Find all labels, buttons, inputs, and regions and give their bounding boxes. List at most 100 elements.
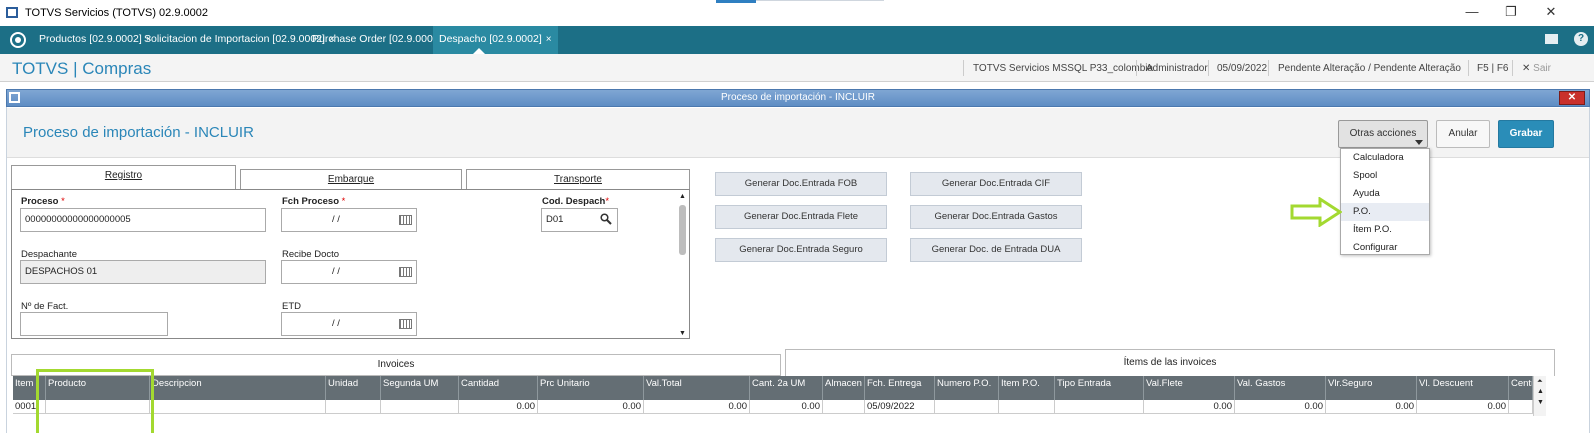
- scrollbar-thumb[interactable]: [679, 205, 686, 255]
- tab-invoice-items[interactable]: Ítems de las invoices: [785, 349, 1555, 376]
- menu-item-calculadora[interactable]: Calculadora: [1341, 149, 1429, 167]
- mail-icon[interactable]: [1545, 34, 1558, 44]
- cell-val-gastos[interactable]: 0.00: [1235, 400, 1326, 414]
- items-grid-header: Item Producto Descripcion Unidad Segunda…: [13, 376, 1533, 400]
- proceso-input[interactable]: 00000000000000000005: [20, 208, 266, 232]
- column-header-prc-unitario[interactable]: Prc Unitario: [538, 376, 644, 400]
- column-header-tipo-entrada[interactable]: Tipo Entrada: [1055, 376, 1144, 400]
- tab-despacho[interactable]: Despacho [02.9.0002] ×: [433, 26, 558, 54]
- scroll-down-icon[interactable]: ▼: [679, 330, 686, 337]
- search-icon[interactable]: [600, 213, 612, 225]
- column-header-descripcion[interactable]: Descripcion: [150, 376, 326, 400]
- other-actions-button[interactable]: Otras acciones: [1338, 120, 1428, 148]
- menu-item-configurar[interactable]: Configurar: [1341, 239, 1429, 257]
- exit-link[interactable]: ✕ Sair: [1522, 63, 1551, 74]
- grid-scrollbar[interactable]: ⏶ ▲ ▼: [1533, 376, 1546, 416]
- cancel-button[interactable]: Anular: [1436, 120, 1490, 148]
- form-scrollbar[interactable]: ▲ ▼: [678, 193, 688, 337]
- tab-registro-label: Registro: [104, 170, 143, 181]
- cell-tipo-entrada[interactable]: [1055, 400, 1144, 414]
- exit-label: Sair: [1533, 63, 1551, 74]
- close-window-button[interactable]: ✕: [1541, 4, 1561, 22]
- gen-doc-dua-button[interactable]: Generar Doc. de Entrada DUA: [910, 238, 1082, 262]
- column-header-numero-po[interactable]: Numero P.O.: [935, 376, 999, 400]
- menu-item-ayuda[interactable]: Ayuda: [1341, 185, 1429, 203]
- column-header-vlr-seguro[interactable]: Vlr.Seguro: [1326, 376, 1417, 400]
- cell-numero-po[interactable]: [935, 400, 999, 414]
- window-titlebar: TOTVS Servicios (TOTVS) 02.9.0002 — ❐ ✕: [0, 0, 1594, 26]
- restore-button[interactable]: ❐: [1501, 4, 1521, 22]
- calendar-icon[interactable]: [399, 319, 412, 329]
- column-header-val-flete[interactable]: Val.Flete: [1144, 376, 1235, 400]
- cell-val-flete[interactable]: 0.00: [1144, 400, 1235, 414]
- gen-doc-seguro-button[interactable]: Generar Doc.Entrada Seguro: [715, 238, 887, 262]
- column-header-cantidad[interactable]: Cantidad: [459, 376, 538, 400]
- column-header-val-total[interactable]: Val.Total: [644, 376, 750, 400]
- window-title: TOTVS Servicios (TOTVS) 02.9.0002: [25, 7, 208, 19]
- scroll-up-icon[interactable]: ▲: [679, 193, 686, 200]
- cell-unidad[interactable]: [326, 400, 381, 414]
- titlebar-accent-line: [756, 0, 884, 1]
- etd-input[interactable]: / /: [281, 312, 417, 336]
- cell-descripcion[interactable]: [150, 400, 326, 414]
- gen-doc-flete-button[interactable]: Generar Doc.Entrada Flete: [715, 205, 887, 229]
- scroll-top-icon[interactable]: ⏶: [1537, 378, 1543, 386]
- cell-cant-2a-um[interactable]: 0.00: [750, 400, 823, 414]
- cell-fch-entrega[interactable]: 05/09/2022: [865, 400, 935, 414]
- cell-almacen[interactable]: [823, 400, 865, 414]
- menu-item-po[interactable]: P.O.: [1341, 203, 1429, 221]
- gen-doc-gastos-button[interactable]: Generar Doc.Entrada Gastos: [910, 205, 1082, 229]
- column-header-vl-descuent[interactable]: Vl. Descuent: [1417, 376, 1509, 400]
- scroll-up-icon[interactable]: ▲: [1537, 388, 1544, 395]
- cell-prc-unitario[interactable]: 0.00: [538, 400, 644, 414]
- cell-item-po[interactable]: [999, 400, 1055, 414]
- column-header-segunda-um[interactable]: Segunda UM: [381, 376, 459, 400]
- fch-proceso-input[interactable]: / /: [281, 208, 417, 232]
- app-icon: [6, 7, 18, 18]
- gen-doc-cif-button[interactable]: Generar Doc.Entrada CIF: [910, 172, 1082, 196]
- column-header-fch-entrega[interactable]: Fch. Entrega: [865, 376, 935, 400]
- despachante-input[interactable]: DESPACHOS 01: [20, 260, 266, 284]
- company-info: TOTVS Servicios MSSQL P33_colombia: [973, 63, 1154, 74]
- column-header-cant-2a-um[interactable]: Cant. 2a UM: [750, 376, 823, 400]
- tab-transporte[interactable]: Transporte: [466, 169, 690, 191]
- save-button[interactable]: Grabar: [1498, 120, 1554, 148]
- tab-transporte-label: Transporte: [554, 174, 602, 185]
- menu-item-spool[interactable]: Spool: [1341, 167, 1429, 185]
- other-actions-menu: Calculadora Spool Ayuda P.O. Ítem P.O. C…: [1340, 148, 1430, 255]
- cell-vl-descuent[interactable]: 0.00: [1417, 400, 1509, 414]
- cell-val-total[interactable]: 0.00: [644, 400, 750, 414]
- annotation-arrow-icon: [1290, 197, 1342, 227]
- tab-registro[interactable]: Registro: [11, 165, 236, 190]
- calendar-icon[interactable]: [399, 267, 412, 277]
- nro-fact-input[interactable]: [20, 312, 168, 336]
- despachante-label: Despachante: [21, 249, 77, 260]
- tab-embarque[interactable]: Embarque: [240, 169, 462, 191]
- column-header-val-gastos[interactable]: Val. Gastos: [1235, 376, 1326, 400]
- help-icon[interactable]: ?: [1574, 32, 1588, 46]
- scroll-down-icon[interactable]: ▼: [1537, 399, 1544, 406]
- column-header-unidad[interactable]: Unidad: [326, 376, 381, 400]
- tab-close-icon[interactable]: ×: [546, 34, 552, 45]
- column-header-almacen[interactable]: Almacen: [823, 376, 865, 400]
- recibe-docto-input[interactable]: / /: [281, 260, 417, 284]
- divider: [1268, 60, 1269, 76]
- user-name[interactable]: Administrador: [1146, 63, 1208, 74]
- gen-doc-fob-button[interactable]: Generar Doc.Entrada FOB: [715, 172, 887, 196]
- table-row[interactable]: 0001 0.00 0.00 0.00 0.00 05/09/2022 0.00…: [13, 400, 1533, 414]
- menu-item-item-po[interactable]: Ítem P.O.: [1341, 221, 1429, 239]
- column-header-centro[interactable]: Centr: [1509, 376, 1533, 400]
- cell-segunda-um[interactable]: [381, 400, 459, 414]
- minimize-button[interactable]: —: [1462, 4, 1482, 22]
- divider: [1136, 60, 1137, 76]
- cell-centro[interactable]: [1509, 400, 1533, 414]
- dialog-close-button[interactable]: ✕: [1559, 91, 1585, 105]
- menu-icon[interactable]: [10, 32, 26, 48]
- calendar-icon[interactable]: [399, 215, 412, 225]
- tab-embarque-label: Embarque: [327, 174, 375, 185]
- column-header-item-po[interactable]: Item P.O.: [999, 376, 1055, 400]
- shortcut-keys[interactable]: F5 | F6: [1477, 63, 1509, 74]
- fch-proceso-label: Fch Proceso *: [282, 196, 346, 207]
- cell-cantidad[interactable]: 0.00: [459, 400, 538, 414]
- cell-vlr-seguro[interactable]: 0.00: [1326, 400, 1417, 414]
